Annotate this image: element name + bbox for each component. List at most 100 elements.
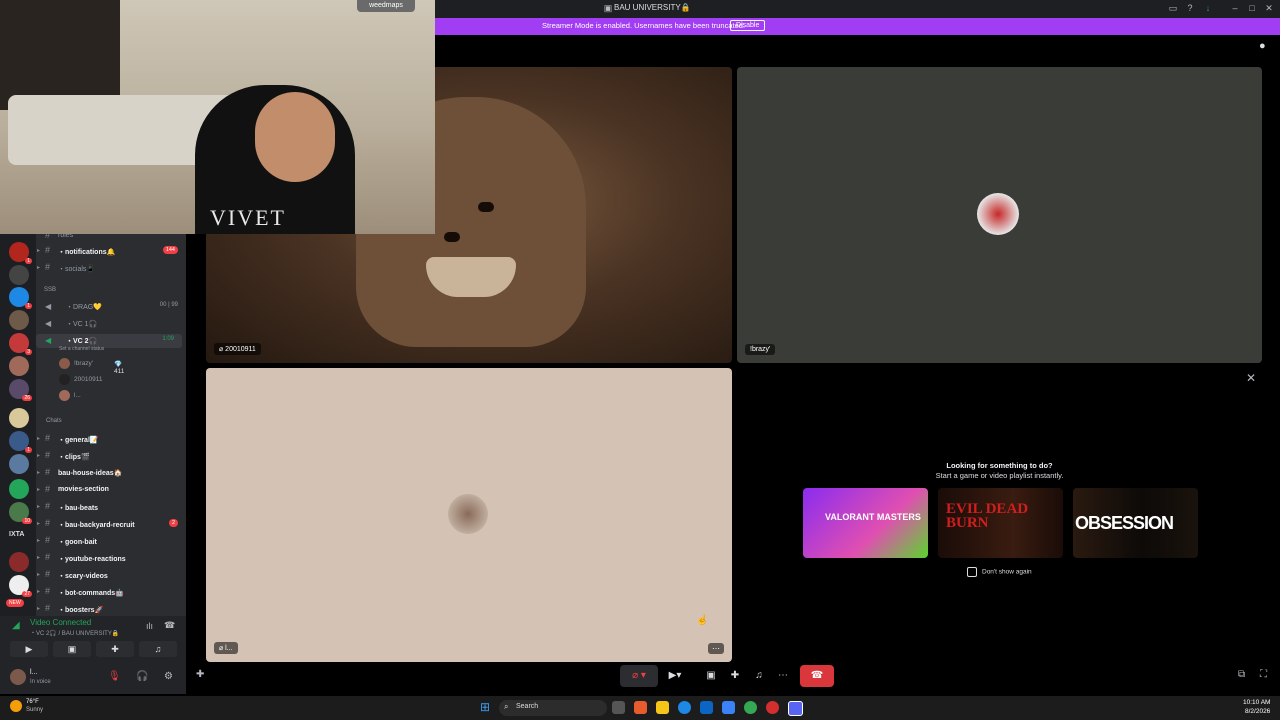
- more-options-icon[interactable]: ⋯: [708, 643, 724, 654]
- channel-goon-bait[interactable]: ▸ # ・goon-bait: [36, 533, 186, 549]
- settings-gear-icon[interactable]: ⚙: [164, 671, 173, 682]
- clock-date[interactable]: 8/2/2026: [1245, 708, 1270, 715]
- avatar: [59, 374, 70, 385]
- user-name[interactable]: l...: [30, 669, 37, 676]
- channel-bot-commands[interactable]: ▸ # ・bot-commands🤖: [36, 584, 186, 600]
- mute-button[interactable]: ⌀ ▾: [620, 665, 658, 687]
- discord-icon: ▣: [603, 3, 613, 13]
- server-icon[interactable]: [9, 479, 29, 499]
- close-window-icon[interactable]: ✕: [1264, 3, 1274, 13]
- noise-suppression-icon[interactable]: ılı: [146, 621, 153, 631]
- copilot-icon[interactable]: [634, 701, 647, 714]
- channel-status[interactable]: Set a channel status: [59, 346, 104, 352]
- mic-muted-icon[interactable]: 🎙: [108, 671, 121, 682]
- disconnect-icon[interactable]: ☎: [164, 620, 175, 631]
- taskbar-search[interactable]: ⌕ Search: [499, 700, 607, 716]
- video-tile-brazy[interactable]: !brazy': [737, 67, 1262, 363]
- server-icon[interactable]: [9, 265, 29, 285]
- signal-icon[interactable]: ◢: [12, 620, 20, 631]
- more-options-button[interactable]: ⋯: [774, 665, 792, 687]
- video-tile-self[interactable]: ⌀ l... ⋯ ☝: [206, 368, 732, 662]
- category-chats[interactable]: Chats: [46, 418, 62, 424]
- server-icon[interactable]: 10: [9, 502, 32, 524]
- toggle-camera-button[interactable]: ▶: [10, 641, 48, 657]
- clock-time[interactable]: 10:10 AM: [1243, 699, 1270, 706]
- help-icon[interactable]: ?: [1185, 3, 1195, 13]
- fullscreen-icon[interactable]: ⛶: [1260, 669, 1267, 680]
- server-icon[interactable]: 26: [9, 379, 32, 401]
- channel-name: bau-house-ideas🏠: [58, 470, 123, 477]
- channel-movies-section[interactable]: ▸ # movies-section: [36, 482, 186, 498]
- weather-temp[interactable]: 76°F: [26, 699, 39, 705]
- voice-channel-vc1[interactable]: ◀ ・VC 1🎧: [36, 317, 186, 331]
- camera-off-icon: ▶: [25, 644, 33, 654]
- camera-button[interactable]: ▶▾: [662, 665, 688, 687]
- server-icon[interactable]: [9, 310, 29, 330]
- server-ixta[interactable]: IXTA: [9, 531, 24, 538]
- category-ssb[interactable]: SSB: [44, 287, 56, 293]
- inbox-icon[interactable]: ▭: [1168, 3, 1178, 13]
- screen-share-icon: ▣: [67, 644, 77, 654]
- server-icon[interactable]: [9, 408, 29, 428]
- chrome-icon[interactable]: [744, 701, 757, 714]
- voice-channel-vc2[interactable]: ◀ ・VC 2🎧 1:09: [36, 334, 182, 348]
- file-explorer-icon[interactable]: [656, 701, 669, 714]
- maximize-icon[interactable]: □: [1247, 3, 1257, 13]
- channel-scary-videos[interactable]: ▸ # ・scary-videos: [36, 567, 186, 583]
- invite-user-icon[interactable]: ✚: [196, 669, 204, 680]
- discord-taskbar-icon[interactable]: [788, 701, 803, 716]
- screen-share-button[interactable]: ▣: [702, 665, 720, 687]
- share-screen-button[interactable]: ▣: [53, 641, 91, 657]
- soundboard-button[interactable]: ♫: [750, 665, 768, 687]
- weather-desc[interactable]: Sunny: [26, 707, 43, 713]
- voice-channel-path[interactable]: ・VC 2🎧 / BAU UNIVERSITY🔒: [30, 628, 119, 637]
- task-view-icon[interactable]: [612, 701, 625, 714]
- channel-name: roles: [58, 234, 74, 239]
- voice-status[interactable]: Video Connected: [30, 618, 91, 627]
- channel-clips[interactable]: ▸ # ・clips🎬: [36, 448, 186, 464]
- channel-name: ・boosters🚀: [58, 607, 104, 614]
- server-icon[interactable]: 3: [9, 333, 32, 355]
- game-card-valorant[interactable]: VALORANT MASTERS: [803, 488, 928, 558]
- store-icon[interactable]: [700, 701, 713, 714]
- voice-channel-drag[interactable]: ◀ ・DRAG💛 00 | 99: [36, 300, 186, 314]
- monkey-eye: [478, 202, 494, 212]
- close-activity-icon[interactable]: ✕: [1246, 371, 1256, 385]
- server-icon[interactable]: [9, 356, 29, 376]
- hang-up-button[interactable]: ☎: [800, 665, 834, 687]
- game-card-evil-dead[interactable]: EVIL DEAD BURN: [938, 488, 1063, 558]
- channel-bau-backyard-recruit[interactable]: ▸ # ・bau-backyard-recruit 2: [36, 516, 186, 532]
- channel-bau-beats[interactable]: ▸ # ・bau-beats: [36, 499, 186, 515]
- server-badge: 1: [25, 303, 32, 309]
- mail-icon[interactable]: [722, 701, 735, 714]
- chat-toggle-icon[interactable]: ●: [1259, 40, 1271, 52]
- server-icon[interactable]: 1: [9, 431, 32, 453]
- server-icon[interactable]: 1: [9, 242, 32, 264]
- chevron-right-icon: ▸: [37, 265, 41, 271]
- popout-icon[interactable]: ⧉: [1238, 669, 1245, 680]
- server-icon[interactable]: 1: [9, 287, 32, 309]
- channel-bau-house-ideas[interactable]: ▸ # bau-house-ideas🏠: [36, 465, 186, 481]
- windows-start-icon[interactable]: ⊞: [480, 701, 490, 713]
- channel-notifications[interactable]: ▸ # ・notifications🔔 144: [36, 243, 186, 259]
- activities-button[interactable]: ✚: [726, 665, 744, 687]
- channel-socials[interactable]: ▸ # ・socials📱: [36, 260, 186, 276]
- disable-streamer-mode-button[interactable]: Disable: [730, 20, 766, 31]
- server-icon[interactable]: [9, 552, 29, 572]
- game-card-obsession[interactable]: OBSESSION: [1073, 488, 1198, 558]
- server-icon[interactable]: [9, 454, 29, 474]
- headphones-icon[interactable]: 🎧: [136, 671, 148, 682]
- channel-general[interactable]: ▸ # ・general📝: [36, 431, 186, 447]
- channel-boosters[interactable]: ▸ # ・boosters🚀: [36, 601, 186, 616]
- soundboard-button[interactable]: ♫: [139, 641, 177, 657]
- channel-youtube-reactions[interactable]: ▸ # ・youtube-reactions: [36, 550, 186, 566]
- user-avatar[interactable]: [10, 669, 26, 685]
- activities-button[interactable]: ✚: [96, 641, 134, 657]
- server-icon[interactable]: 27: [9, 575, 32, 597]
- minimize-icon[interactable]: –: [1230, 3, 1240, 13]
- edge-icon[interactable]: [678, 701, 691, 714]
- hash-icon: #: [45, 569, 51, 579]
- app-icon[interactable]: [766, 701, 779, 714]
- download-icon[interactable]: ↓: [1203, 3, 1213, 13]
- dont-show-again-checkbox[interactable]: Don't show again: [967, 567, 1032, 577]
